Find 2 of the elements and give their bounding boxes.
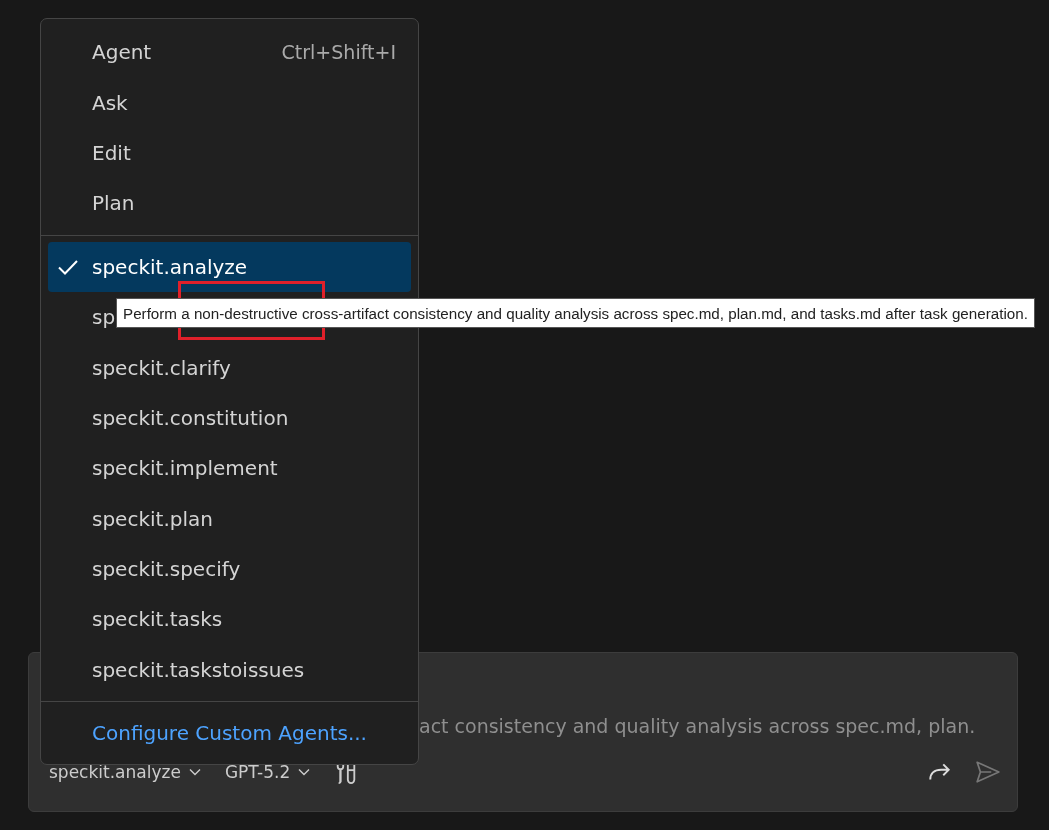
shortcut-label: Ctrl+Shift+I (281, 41, 396, 64)
tooltip: Perform a non-destructive cross-artifact consistency and quality analysis across spec.md, plan.md, and tasks.md after task generation. (116, 298, 1035, 328)
